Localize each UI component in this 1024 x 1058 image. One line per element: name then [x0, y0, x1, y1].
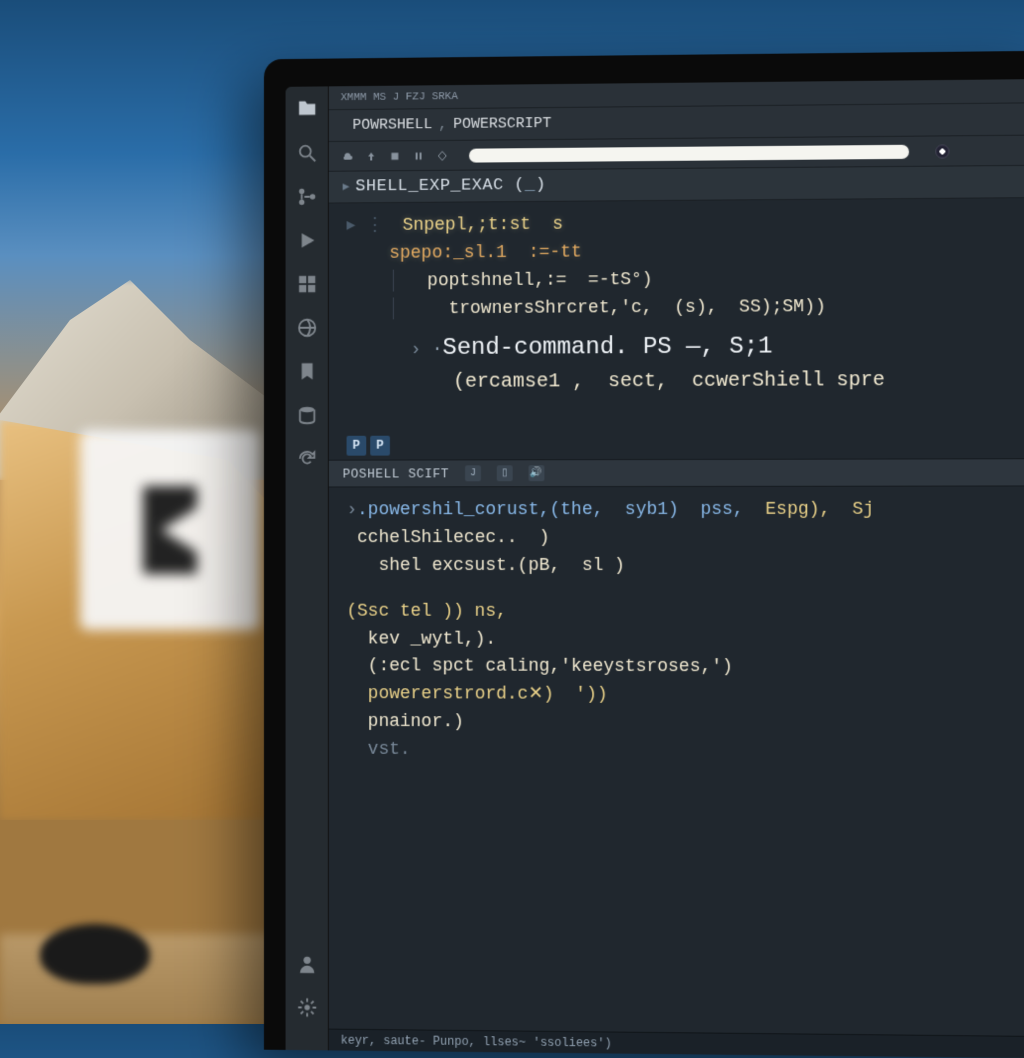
panel-tab-box[interactable]: ▯	[497, 465, 513, 481]
source-control-icon[interactable]	[294, 184, 320, 210]
bookmark-icon[interactable]	[294, 358, 320, 384]
pp-badges: P P	[347, 436, 390, 456]
tab-powershell[interactable]: POWRSHELL , POWERSCRIPT	[339, 109, 566, 140]
explorer-icon[interactable]	[294, 96, 320, 122]
badge-p1[interactable]: P	[347, 436, 367, 456]
badge-p2[interactable]: P	[370, 436, 390, 456]
pause-icon[interactable]	[412, 149, 426, 163]
status-text: keyr, saute- Punpo, llses~ 'ssoliees')	[341, 1033, 612, 1050]
cloud-icon[interactable]	[341, 149, 355, 163]
run-debug-icon[interactable]	[294, 227, 320, 253]
desktop-app-icon[interactable]	[80, 430, 260, 630]
activity-bar	[286, 86, 329, 1050]
account-icon[interactable]	[294, 951, 320, 977]
editor-window: XMMM MS J FZJ SRKA POWRSHELL , POWERSCRI…	[286, 79, 1024, 1058]
monitor-bezel: XMMM MS J FZJ SRKA POWRSHELL , POWERSCRI…	[264, 51, 1024, 1058]
settings-icon[interactable]	[294, 994, 320, 1020]
remote-icon[interactable]	[294, 315, 320, 341]
panel-title[interactable]: POSHELL SCIFT	[343, 466, 450, 481]
panel-header: POSHELL SCIFT J ▯ 🔊	[329, 458, 1024, 487]
menu-text: XMMM MS J FZJ SRKA	[341, 91, 458, 104]
editor-pane-top[interactable]: ▸ ⋮ Snpepl,;t:st s spepo:_sl.1 :=-tt pop…	[329, 198, 1024, 460]
diamond-icon[interactable]	[435, 148, 449, 162]
breadcrumb-bar[interactable]: ▸ SHELL_EXP_EXAC (_)	[329, 166, 1024, 204]
panel-tab-j[interactable]: J	[465, 465, 481, 481]
stop-icon[interactable]	[388, 149, 402, 163]
editor-pane-bottom[interactable]: ›.powershil_corust,(the, syb1) pss, Espg…	[329, 486, 1024, 1036]
chevron-right-icon: ▸	[343, 179, 350, 196]
up-icon[interactable]	[364, 149, 378, 163]
refresh-icon[interactable]	[294, 446, 320, 472]
editor-main: XMMM MS J FZJ SRKA POWRSHELL , POWERSCRI…	[329, 79, 1024, 1058]
database-icon[interactable]	[294, 402, 320, 428]
progress-bar[interactable]	[469, 144, 909, 162]
panel-tab-sound-icon[interactable]: 🔊	[528, 465, 544, 481]
extensions-icon[interactable]	[294, 271, 320, 297]
physical-mouse	[40, 924, 150, 984]
search-icon[interactable]	[294, 140, 320, 166]
function-signature: SHELL_EXP_EXAC (_)	[355, 176, 546, 196]
record-icon[interactable]	[935, 144, 949, 158]
